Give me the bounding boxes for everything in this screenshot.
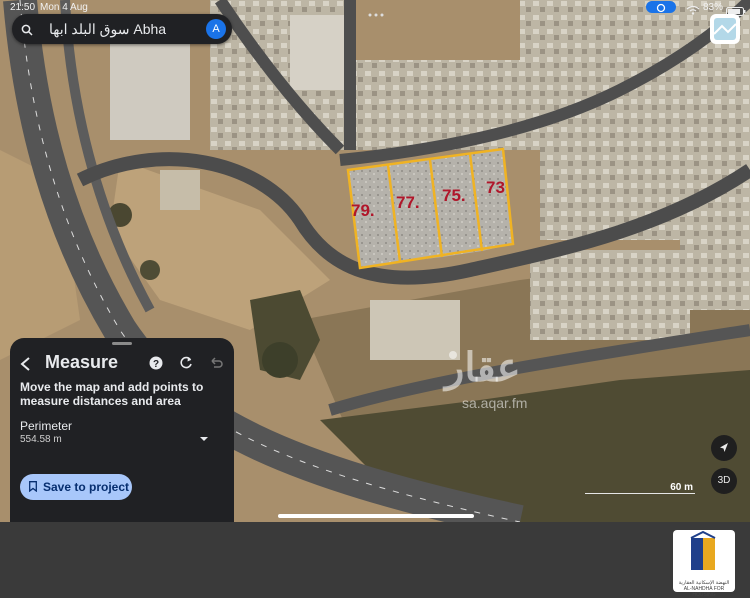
status-dots — [368, 4, 384, 17]
save-to-project-button[interactable]: Save to project — [20, 474, 132, 500]
help-icon[interactable]: ? — [149, 356, 163, 375]
my-location-button[interactable] — [711, 435, 737, 461]
perimeter-dropdown-icon[interactable] — [199, 429, 209, 447]
bookmark-icon — [29, 481, 37, 495]
wifi-icon — [686, 2, 700, 20]
map-thumbnail-icon — [713, 18, 737, 40]
save-to-project-label: Save to project — [43, 480, 130, 494]
lot-label-75: 75. — [442, 186, 466, 205]
layers-button[interactable] — [710, 14, 740, 44]
refresh-icon[interactable] — [179, 356, 193, 375]
logo-caption: النهضة الإسكانية العقارية AL-NAHDHA FOR … — [678, 580, 730, 598]
watermark-site: sa.aqar.fm — [462, 395, 528, 411]
undo-icon[interactable] — [209, 356, 223, 375]
search-bar[interactable]: سوق البلد ابها Abha A — [12, 14, 232, 44]
back-arrow-icon[interactable] — [19, 356, 33, 377]
scale-label: 60 m — [670, 482, 693, 493]
battery-percent: 83% — [703, 2, 724, 13]
lot-label-73: 73 — [486, 178, 505, 197]
svg-text:?: ? — [153, 359, 159, 370]
search-icon — [21, 23, 33, 41]
lot-label-79: 79. — [351, 201, 375, 220]
company-logo: النهضة الإسكانية العقارية AL-NAHDHA FOR … — [673, 530, 735, 598]
measure-panel: Measure ? Move the map and add points to… — [10, 338, 234, 522]
scale-bar: 60 m — [585, 482, 695, 496]
status-time: 21:50 — [10, 2, 36, 13]
view-3d-button[interactable]: 3D — [711, 468, 737, 494]
home-indicator[interactable] — [278, 514, 474, 518]
lot-label-77: 77. — [396, 193, 420, 212]
bottom-strip — [0, 522, 750, 598]
location-sharing-icon — [646, 1, 676, 13]
search-query[interactable]: سوق البلد ابها Abha — [49, 21, 166, 38]
measure-title: Measure — [45, 352, 119, 372]
satellite-map[interactable]: 79. 77. 75. 73 عقار sa.aqar.fm 21:50 Mon… — [0, 0, 750, 522]
scale-line — [585, 493, 695, 494]
navigation-arrow-icon — [720, 443, 728, 452]
measure-hint: Move the map and add points to measure d… — [20, 380, 204, 408]
status-date: Mon 4 Aug — [40, 2, 88, 13]
logo-emblem-icon — [690, 530, 716, 570]
perimeter-label: Perimeter — [20, 419, 73, 433]
drag-handle[interactable] — [112, 342, 132, 345]
perimeter-value: 554.58 m — [20, 434, 62, 445]
avatar[interactable]: A — [206, 19, 226, 39]
watermark-pin-icon — [449, 351, 457, 359]
